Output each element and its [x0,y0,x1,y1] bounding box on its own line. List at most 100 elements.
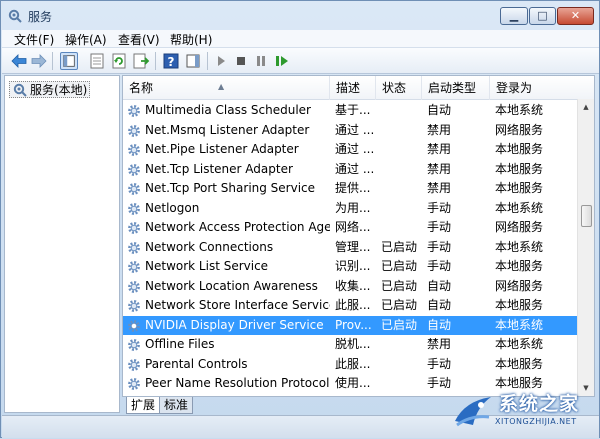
stop-service-icon[interactable] [232,52,250,70]
table-row[interactable]: Net.Tcp Port Sharing Service 提供... 禁用 本地服务 [123,179,578,199]
toolbar: ? [2,48,599,74]
service-log-on-as: 本地系统 [495,200,544,215]
table-row[interactable]: Multimedia Class Scheduler 基于... 自动 本地系统 [123,101,578,121]
service-gear-icon [128,183,140,195]
service-log-on-as: 本地服务 [495,142,544,156]
service-startup-type: 手动 [427,356,452,371]
title-bar[interactable]: 服务 ▁ □ ✕ [1,1,599,31]
service-gear-icon [128,202,140,215]
scrollbar-thumb[interactable] [581,205,592,227]
service-gear-icon [128,378,140,390]
service-log-on-as: 网络服务 [495,220,544,234]
table-row[interactable]: Network Location Awareness 收集... 已启动 自动 网络服务 [123,277,578,297]
column-header-description-label: 描述 [336,81,361,95]
service-name: Net.Msmq Listener Adapter [145,122,310,137]
column-header-name[interactable]: 名称 ▲ [123,76,330,100]
minimize-icon: ▁ [509,9,519,22]
table-row[interactable]: Offline Files 脱机... 禁用 本地系统 [123,335,578,355]
table-row[interactable]: Net.Pipe Listener Adapter 通过 ... 禁用 本地服务 [123,140,578,160]
column-header-status-label: 状态 [382,81,407,95]
service-log-on-as: 网络服务 [495,278,544,293]
watermark-logo-icon [455,397,491,427]
tree-pane: 服务(本地) [4,75,120,413]
service-startup-type: 自动 [427,317,452,332]
column-header-status[interactable]: 状态 [376,76,422,100]
show-hide-tree-icon[interactable] [60,52,78,70]
table-row[interactable]: Network Store Interface Service 此服... 已启动自… [123,296,578,316]
restart-service-icon[interactable] [273,52,291,70]
service-gear-icon [128,280,140,293]
service-description: 脱机... [335,337,371,351]
help-icon[interactable]: ? [162,52,180,70]
tab-standard[interactable]: 标准 [159,397,194,414]
service-description: 此服... [335,298,371,312]
column-header-description[interactable]: 描述 [330,76,376,100]
toolbar-separator [207,52,208,70]
service-gear-icon [128,124,140,137]
close-button[interactable]: ✕ [557,7,594,25]
maximize-button[interactable]: □ [529,7,556,25]
service-log-on-as: 本地服务 [495,259,544,273]
service-name: Network List Service [145,259,269,273]
service-gear-icon [128,319,140,332]
start-service-icon[interactable] [212,52,230,70]
scroll-up-icon[interactable]: ▲ [578,99,594,115]
service-name: Net.Tcp Listener Adapter [145,161,293,176]
service-description: 识别... [335,259,371,273]
table-row[interactable]: Net.Msmq Listener Adapter 通过 ... 禁用 网络服务 [123,121,578,141]
service-name: Multimedia Class Scheduler [145,103,311,117]
service-description: 使用... [335,376,371,390]
tree-item-services-local[interactable]: 服务(本地) [9,81,91,98]
service-log-on-as: 本地服务 [495,161,544,176]
service-gear-icon [128,222,140,234]
service-startup-type: 禁用 [427,122,452,137]
table-row[interactable]: Net.Tcp Listener Adapter 通过 ... 禁用 本地服务 [123,160,578,180]
menu-view[interactable]: 查看(V) [118,31,160,48]
table-row[interactable]: Network Connections 管理... 已启动 手动 本地系统 [123,238,578,258]
service-name: Network Access Protection Agent [145,220,330,234]
service-startup-type: 自动 [427,278,452,293]
pause-service-icon[interactable] [252,52,270,70]
column-header-log-on-as[interactable]: 登录为 [490,76,594,100]
service-name: Network Store Interface Service [145,298,330,312]
column-header-startup-type[interactable]: 启动类型 [422,76,490,100]
table-row[interactable]: Network List Service 识别... 已启动 手动 本地服务 [123,257,578,277]
service-startup-type: 手动 [427,259,452,273]
export-list-icon[interactable] [132,52,150,70]
service-name: Netlogon [145,200,200,215]
properties-icon[interactable] [88,52,106,70]
close-icon: ✕ [570,9,581,22]
table-row[interactable]: Netlogon 为用... 手动 本地系统 [123,199,578,219]
service-log-on-as: 本地服务 [495,356,544,371]
refresh-icon[interactable] [110,52,128,70]
service-description: 通过 ... [335,161,375,176]
service-name: NVIDIA Display Driver Service [145,317,324,332]
service-gear-icon [128,339,140,351]
menu-help[interactable]: 帮助(H) [170,31,212,48]
service-status: 已启动 [381,278,418,293]
service-name: Peer Name Resolution Protocol [145,376,330,390]
toolbar-separator [52,52,53,70]
vertical-scrollbar[interactable]: ▲ ▼ [577,99,594,396]
service-description: 基于... [335,103,371,117]
service-startup-type: 禁用 [427,161,452,176]
service-startup-type: 禁用 [427,181,452,195]
minimize-button[interactable]: ▁ [500,7,528,25]
show-hide-action-pane-icon[interactable] [184,52,202,70]
table-row[interactable]: Network Access Protection Agent 网络... 手动 网络… [123,218,578,238]
table-row-selected[interactable]: NVIDIA Display Driver Service Prov... 已启动自… [123,315,578,335]
service-gear-icon [128,358,140,371]
forward-icon[interactable] [30,52,48,70]
service-log-on-as: 本地系统 [495,317,544,332]
tab-extended[interactable]: 扩展 [126,397,161,414]
table-row[interactable]: Parental Controls 此服... 手动 本地服务 [123,355,578,375]
service-description: Prov... [335,317,372,332]
service-gear-icon [128,144,140,156]
service-status: 已启动 [381,317,418,332]
service-description: 为用... [335,200,371,215]
menu-file[interactable]: 文件(F) [14,31,54,48]
back-icon[interactable] [10,52,28,70]
service-log-on-as: 本地系统 [495,337,544,351]
service-name: Offline Files [145,337,215,351]
menu-action[interactable]: 操作(A) [65,31,107,48]
